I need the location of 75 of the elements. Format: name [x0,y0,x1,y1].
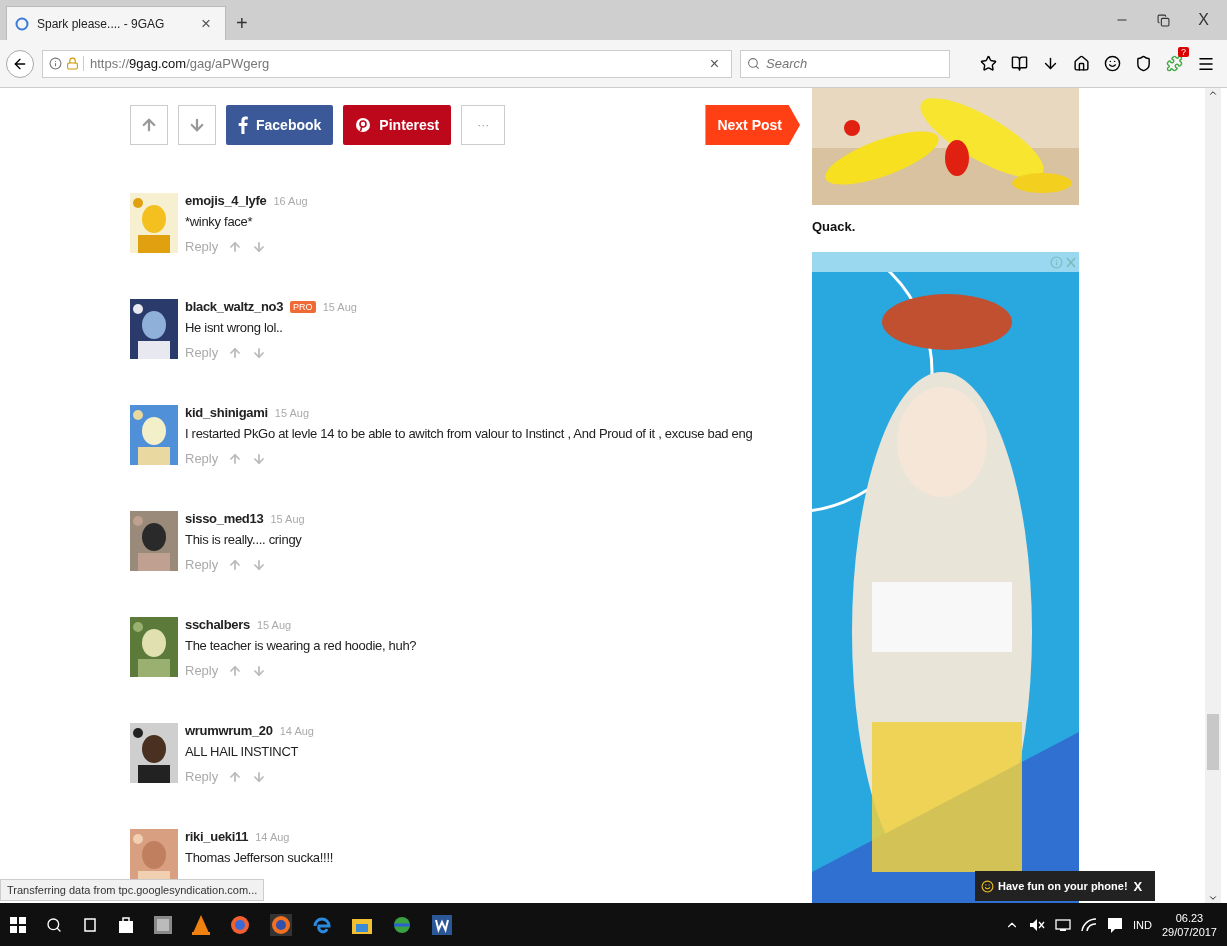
facebook-button[interactable]: Facebook [226,105,334,145]
username[interactable]: wrumwrum_20 [185,723,273,738]
search-icon[interactable] [46,916,62,933]
app-icon[interactable] [154,915,172,934]
comment-text: The teacher is wearing a red hoodie, huh? [185,638,417,653]
info-icon [49,57,62,70]
notification-icon[interactable] [1107,916,1123,933]
toast-notification: Have fun on your phone! X [975,871,1155,901]
url-text: https://9gag.com/gag/aPWgerg [83,56,700,71]
clear-button[interactable]: × [703,54,725,73]
download-icon[interactable] [1042,55,1059,72]
clock[interactable]: 06.23 29/07/2017 [1161,911,1217,938]
lock-warning-icon [66,57,79,70]
bag-icon[interactable] [118,915,134,934]
browser-icon[interactable] [270,913,292,936]
address-bar[interactable]: https://9gag.com/gag/aPWgerg × [42,49,732,78]
scroll-up-icon[interactable] [1208,88,1218,98]
search-input[interactable]: Search [764,55,938,72]
search-icon [747,57,760,70]
comment-text: He isnt wrong lol.. [185,320,284,335]
upvote-button[interactable] [130,105,168,145]
pro-badge: PRO [290,300,316,313]
comment-date: 16 Aug [273,194,308,207]
comment-date: 15 Aug [274,406,310,419]
close-button[interactable]: X [1131,878,1145,894]
star-icon[interactable] [980,55,997,72]
extension-icon[interactable] [1166,55,1183,72]
username[interactable]: sschalbers [185,617,250,632]
down-arrow-icon [188,116,206,134]
next-post-button[interactable]: Next Post [705,105,800,145]
home-icon[interactable] [1073,55,1090,72]
comment-text: Thomas Jefferson sucka!!!! [185,850,334,865]
new-tab-button[interactable]: + [226,6,258,40]
browser-tab[interactable]: Spark please.... - 9GAG × [6,6,226,40]
close-tab-button[interactable]: × [195,13,217,34]
scrollbar-thumb[interactable] [1207,714,1219,770]
username[interactable]: black_waltz_no3 [185,299,284,314]
username[interactable]: emojis_4_lyfe [185,193,267,208]
username[interactable]: kid_shinigami [185,405,268,420]
word-icon[interactable] [432,914,452,935]
task-view-icon[interactable] [82,916,98,933]
smiley-icon [981,879,994,893]
scrollbar[interactable] [1205,88,1221,903]
status-bar: Transferring data from tpc.googlesyndication.com... [0,879,265,901]
extension-badge: ? [1178,47,1189,57]
comment-date: 14 Aug [255,830,290,843]
language-indicator[interactable]: IND [1133,918,1152,931]
comment-date: 15 Aug [256,618,292,631]
comment-date: 14 Aug [279,724,314,737]
wifi-icon[interactable] [1081,917,1097,932]
username[interactable]: riki_ueki11 [185,829,249,844]
reading-list-icon[interactable] [1011,55,1028,72]
pinterest-button[interactable]: Pinterest [343,105,452,145]
speaker-muted-icon[interactable] [1029,917,1045,932]
comment-text: This is really.... cringy [185,532,303,547]
username[interactable]: sisso_med13 [185,511,264,526]
comment-date: 15 Aug [270,512,305,525]
restore-icon[interactable] [1157,13,1171,27]
pinterest-icon [355,117,372,133]
scroll-down-icon[interactable] [1208,893,1218,903]
back-button[interactable] [6,49,34,78]
comment-text: I restarted PkGo at levle 14 to be able to awitch from valour to Instinct , And Proud of it , excuse bad eng [185,426,753,441]
facebook-icon [238,116,248,134]
smiley-icon[interactable] [1104,55,1121,72]
windows-start-icon[interactable] [10,916,26,933]
globe-icon[interactable] [392,914,412,935]
search-field[interactable]: Search [740,49,950,78]
cone-icon[interactable] [192,914,210,935]
close-window-button[interactable]: X [1198,11,1209,29]
loading-icon [15,16,29,31]
downvote-button[interactable] [178,105,216,145]
comment-text: *winky face* [185,214,254,229]
comment-text: ALL HAIL INSTINCT [185,744,300,759]
post-caption: Quack. [812,219,857,234]
comment-date: 15 Aug [322,300,357,313]
